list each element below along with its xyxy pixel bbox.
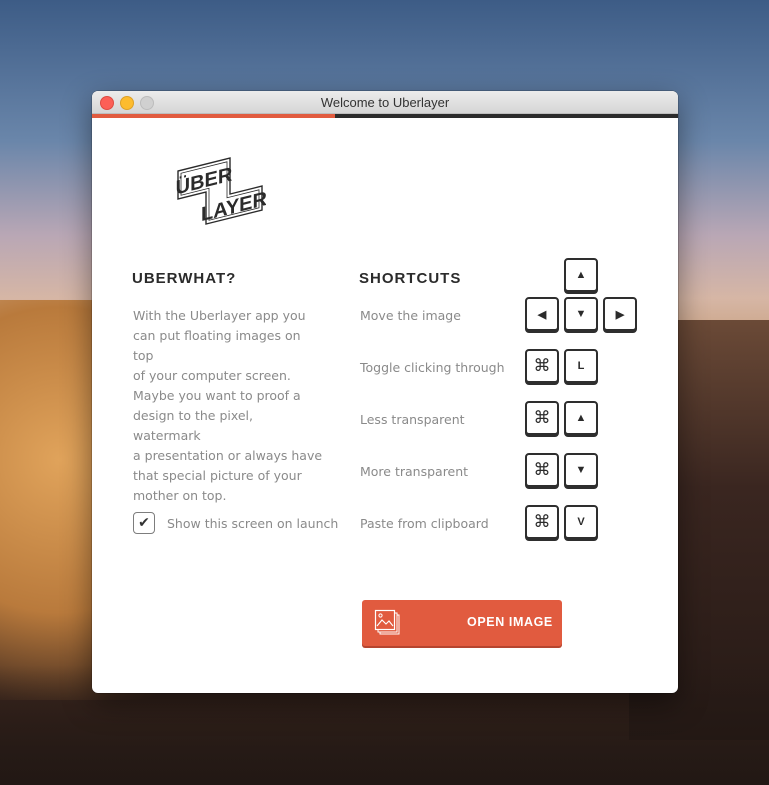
shortcut-label-move: Move the image — [360, 308, 461, 323]
open-image-button[interactable]: OPEN IMAGE — [362, 600, 562, 646]
title-bar[interactable]: Welcome to Uberlayer — [92, 91, 678, 114]
about-paragraph-2: Maybe you want to proof a design to the … — [133, 386, 323, 506]
key-arrow-right: ▶ — [603, 297, 637, 331]
about-p1-line: can put floating images on top — [133, 328, 301, 363]
image-stack-icon — [374, 609, 400, 635]
about-heading: UBERWHAT? — [132, 270, 237, 287]
key-arrow-down: ▼ — [564, 297, 598, 331]
checkmark-icon: ✔ — [138, 515, 150, 531]
key-arrow-left: ◀ — [525, 297, 559, 331]
key-arrow-up: ▲ — [564, 401, 598, 435]
key-command: ⌘ — [525, 505, 559, 539]
shortcut-label-paste: Paste from clipboard — [360, 516, 489, 531]
shortcut-label-more-transparent: More transparent — [360, 464, 469, 479]
key-command: ⌘ — [525, 401, 559, 435]
welcome-window: Welcome to Uberlayer ÜBER LAYER UBERWHAT… — [92, 91, 678, 693]
show-on-launch-label[interactable]: Show this screen on launch — [167, 516, 338, 531]
key-l: L — [564, 349, 598, 383]
about-p2-line: a presentation or always have — [133, 448, 323, 463]
key-v: V — [564, 505, 598, 539]
window-title: Welcome to Uberlayer — [320, 95, 450, 110]
about-paragraph-1: With the Uberlayer app you can put float… — [133, 306, 323, 386]
about-p2-line: that special picture of your — [133, 468, 302, 483]
key-command: ⌘ — [525, 453, 559, 487]
onboarding-progress-bar — [92, 114, 678, 118]
key-command: ⌘ — [525, 349, 559, 383]
onboarding-progress-fill — [92, 114, 336, 118]
about-p2-line: mother on top. — [133, 488, 227, 503]
about-p1-line: With the Uberlayer app you — [133, 308, 306, 323]
show-on-launch-checkbox[interactable]: ✔ — [133, 512, 155, 534]
key-arrow-up: ▲ — [564, 258, 598, 292]
shortcut-label-toggle-click-through: Toggle clicking through — [360, 360, 505, 375]
about-p2-line: Maybe you want to proof a — [133, 388, 301, 403]
about-p2-line: design to the pixel, watermark — [133, 408, 254, 443]
open-image-label: OPEN IMAGE — [467, 615, 553, 629]
uberlayer-logo: ÜBER LAYER — [176, 157, 266, 226]
about-p1-line: of your computer screen. — [133, 368, 291, 383]
shortcuts-heading: SHORTCUTS — [359, 270, 462, 287]
key-arrow-down: ▼ — [564, 453, 598, 487]
shortcut-label-less-transparent: Less transparent — [360, 412, 465, 427]
